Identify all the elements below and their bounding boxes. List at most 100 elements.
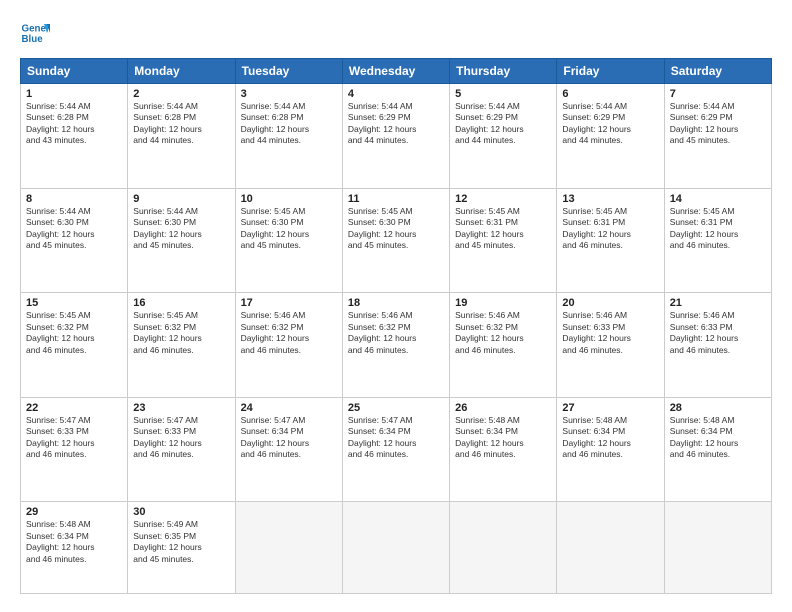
day-cell: 3Sunrise: 5:44 AMSunset: 6:28 PMDaylight… (235, 84, 342, 189)
day-number: 14 (670, 193, 766, 205)
weekday-header-wednesday: Wednesday (342, 59, 449, 84)
day-info: Sunrise: 5:47 AMSunset: 6:34 PMDaylight:… (241, 415, 337, 461)
page: General Blue SundayMondayTuesdayWednesda… (0, 0, 792, 612)
weekday-header-sunday: Sunday (21, 59, 128, 84)
day-info: Sunrise: 5:45 AMSunset: 6:31 PMDaylight:… (562, 206, 658, 252)
day-cell: 10Sunrise: 5:45 AMSunset: 6:30 PMDayligh… (235, 188, 342, 293)
day-number: 30 (133, 506, 229, 518)
svg-text:Blue: Blue (22, 34, 44, 45)
day-cell: 20Sunrise: 5:46 AMSunset: 6:33 PMDayligh… (557, 293, 664, 398)
day-cell: 6Sunrise: 5:44 AMSunset: 6:29 PMDaylight… (557, 84, 664, 189)
day-info: Sunrise: 5:48 AMSunset: 6:34 PMDaylight:… (562, 415, 658, 461)
top-section: General Blue (20, 18, 772, 48)
day-number: 27 (562, 402, 658, 414)
day-cell (450, 502, 557, 594)
day-number: 23 (133, 402, 229, 414)
day-cell: 30Sunrise: 5:49 AMSunset: 6:35 PMDayligh… (128, 502, 235, 594)
day-info: Sunrise: 5:45 AMSunset: 6:31 PMDaylight:… (455, 206, 551, 252)
calendar-body: 1Sunrise: 5:44 AMSunset: 6:28 PMDaylight… (21, 84, 772, 594)
day-info: Sunrise: 5:49 AMSunset: 6:35 PMDaylight:… (133, 519, 229, 565)
day-info: Sunrise: 5:44 AMSunset: 6:28 PMDaylight:… (241, 101, 337, 147)
day-cell: 1Sunrise: 5:44 AMSunset: 6:28 PMDaylight… (21, 84, 128, 189)
day-cell: 13Sunrise: 5:45 AMSunset: 6:31 PMDayligh… (557, 188, 664, 293)
day-number: 2 (133, 88, 229, 100)
day-cell: 11Sunrise: 5:45 AMSunset: 6:30 PMDayligh… (342, 188, 449, 293)
day-info: Sunrise: 5:48 AMSunset: 6:34 PMDaylight:… (26, 519, 122, 565)
weekday-header-row: SundayMondayTuesdayWednesdayThursdayFrid… (21, 59, 772, 84)
weekday-header-monday: Monday (128, 59, 235, 84)
weekday-header-tuesday: Tuesday (235, 59, 342, 84)
day-info: Sunrise: 5:44 AMSunset: 6:28 PMDaylight:… (133, 101, 229, 147)
day-number: 28 (670, 402, 766, 414)
day-number: 16 (133, 297, 229, 309)
day-cell: 17Sunrise: 5:46 AMSunset: 6:32 PMDayligh… (235, 293, 342, 398)
day-cell: 23Sunrise: 5:47 AMSunset: 6:33 PMDayligh… (128, 397, 235, 502)
day-cell: 28Sunrise: 5:48 AMSunset: 6:34 PMDayligh… (664, 397, 771, 502)
day-cell: 2Sunrise: 5:44 AMSunset: 6:28 PMDaylight… (128, 84, 235, 189)
day-info: Sunrise: 5:45 AMSunset: 6:31 PMDaylight:… (670, 206, 766, 252)
day-number: 11 (348, 193, 444, 205)
day-cell: 5Sunrise: 5:44 AMSunset: 6:29 PMDaylight… (450, 84, 557, 189)
day-info: Sunrise: 5:47 AMSunset: 6:33 PMDaylight:… (133, 415, 229, 461)
day-number: 6 (562, 88, 658, 100)
day-info: Sunrise: 5:44 AMSunset: 6:30 PMDaylight:… (133, 206, 229, 252)
day-cell (342, 502, 449, 594)
weekday-header-saturday: Saturday (664, 59, 771, 84)
day-number: 10 (241, 193, 337, 205)
day-number: 18 (348, 297, 444, 309)
day-number: 29 (26, 506, 122, 518)
week-row-5: 29Sunrise: 5:48 AMSunset: 6:34 PMDayligh… (21, 502, 772, 594)
day-info: Sunrise: 5:45 AMSunset: 6:32 PMDaylight:… (26, 310, 122, 356)
day-number: 20 (562, 297, 658, 309)
day-cell: 25Sunrise: 5:47 AMSunset: 6:34 PMDayligh… (342, 397, 449, 502)
day-info: Sunrise: 5:44 AMSunset: 6:28 PMDaylight:… (26, 101, 122, 147)
day-number: 19 (455, 297, 551, 309)
day-info: Sunrise: 5:44 AMSunset: 6:30 PMDaylight:… (26, 206, 122, 252)
day-info: Sunrise: 5:47 AMSunset: 6:34 PMDaylight:… (348, 415, 444, 461)
day-cell: 8Sunrise: 5:44 AMSunset: 6:30 PMDaylight… (21, 188, 128, 293)
day-number: 5 (455, 88, 551, 100)
day-cell (235, 502, 342, 594)
week-row-4: 22 Sunrise: 5:47 AMSunset: 6:33 PMDayligh… (21, 397, 772, 502)
day-info: Sunrise: 5:48 AMSunset: 6:34 PMDaylight:… (670, 415, 766, 461)
day-cell: 14Sunrise: 5:45 AMSunset: 6:31 PMDayligh… (664, 188, 771, 293)
day-number: 12 (455, 193, 551, 205)
week-row-2: 8Sunrise: 5:44 AMSunset: 6:30 PMDaylight… (21, 188, 772, 293)
calendar-header: SundayMondayTuesdayWednesdayThursdayFrid… (21, 59, 772, 84)
day-cell (664, 502, 771, 594)
day-cell: 12Sunrise: 5:45 AMSunset: 6:31 PMDayligh… (450, 188, 557, 293)
weekday-header-friday: Friday (557, 59, 664, 84)
day-number: 1 (26, 88, 122, 100)
day-number: 22 (26, 402, 122, 414)
day-number: 25 (348, 402, 444, 414)
day-info: Sunrise: 5:45 AMSunset: 6:32 PMDaylight:… (133, 310, 229, 356)
day-cell: 26Sunrise: 5:48 AMSunset: 6:34 PMDayligh… (450, 397, 557, 502)
day-info: Sunrise: 5:48 AMSunset: 6:34 PMDaylight:… (455, 415, 551, 461)
day-cell: 24Sunrise: 5:47 AMSunset: 6:34 PMDayligh… (235, 397, 342, 502)
day-info: Sunrise: 5:45 AMSunset: 6:30 PMDaylight:… (241, 206, 337, 252)
day-number: 13 (562, 193, 658, 205)
day-number: 9 (133, 193, 229, 205)
day-number: 3 (241, 88, 337, 100)
week-row-3: 15Sunrise: 5:45 AMSunset: 6:32 PMDayligh… (21, 293, 772, 398)
day-info: Sunrise: 5:44 AMSunset: 6:29 PMDaylight:… (670, 101, 766, 147)
day-number: 21 (670, 297, 766, 309)
day-number: 26 (455, 402, 551, 414)
day-number: 4 (348, 88, 444, 100)
day-cell: 7Sunrise: 5:44 AMSunset: 6:29 PMDaylight… (664, 84, 771, 189)
day-cell: 27Sunrise: 5:48 AMSunset: 6:34 PMDayligh… (557, 397, 664, 502)
weekday-header-thursday: Thursday (450, 59, 557, 84)
calendar-table: SundayMondayTuesdayWednesdayThursdayFrid… (20, 58, 772, 594)
generalblue-logo-icon: General Blue (20, 18, 50, 48)
day-cell: 18Sunrise: 5:46 AMSunset: 6:32 PMDayligh… (342, 293, 449, 398)
day-info: Sunrise: 5:46 AMSunset: 6:32 PMDaylight:… (348, 310, 444, 356)
day-info: Sunrise: 5:46 AMSunset: 6:33 PMDaylight:… (670, 310, 766, 356)
week-row-1: 1Sunrise: 5:44 AMSunset: 6:28 PMDaylight… (21, 84, 772, 189)
logo: General Blue (20, 18, 50, 48)
day-cell: 19Sunrise: 5:46 AMSunset: 6:32 PMDayligh… (450, 293, 557, 398)
day-info: Sunrise: 5:46 AMSunset: 6:32 PMDaylight:… (455, 310, 551, 356)
day-cell: 22Sunrise: 5:47 AMSunset: 6:33 PMDayligh… (21, 397, 128, 502)
day-number: 24 (241, 402, 337, 414)
day-cell: 29Sunrise: 5:48 AMSunset: 6:34 PMDayligh… (21, 502, 128, 594)
day-cell: 4Sunrise: 5:44 AMSunset: 6:29 PMDaylight… (342, 84, 449, 189)
